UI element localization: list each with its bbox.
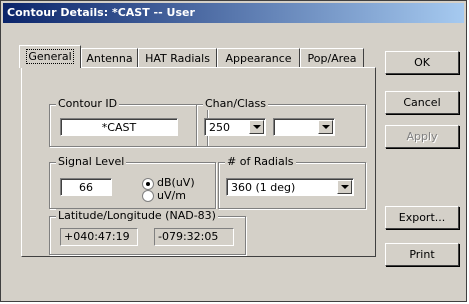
apply-button[interactable]: Apply	[385, 125, 459, 148]
tab-general[interactable]: General	[19, 45, 81, 68]
lat-long-group: Latitude/Longitude (NAD-83) +040:47:19 -…	[49, 209, 246, 255]
class-select[interactable]	[273, 118, 335, 136]
print-button[interactable]: Print	[385, 243, 459, 266]
general-tab-panel: Contour ID *CAST Chan/Class 250 Signal L…	[21, 67, 376, 257]
ok-button[interactable]: OK	[385, 51, 459, 74]
contour-details-dialog: Contour Details: *CAST -- User General A…	[0, 0, 467, 302]
tab-appearance[interactable]: Appearance	[217, 48, 300, 67]
tab-pop-area[interactable]: Pop/Area	[300, 48, 364, 67]
latitude-value: +040:47:19	[60, 228, 138, 246]
lat-long-label: Latitude/Longitude (NAD-83)	[56, 209, 218, 222]
chan-class-group: Chan/Class 250	[196, 97, 366, 147]
channel-select[interactable]: 250	[204, 118, 266, 136]
uvm-radio[interactable]	[142, 190, 154, 202]
dbuv-radio[interactable]	[142, 178, 154, 190]
signal-level-input[interactable]: 66	[60, 178, 112, 196]
radials-label: # of Radials	[225, 155, 296, 168]
cancel-button[interactable]: Cancel	[385, 91, 459, 114]
radials-select[interactable]: 360 (1 deg)	[226, 178, 354, 196]
dbuv-label: dB(uV)	[157, 176, 195, 189]
radials-value: 360 (1 deg)	[231, 181, 296, 194]
channel-value: 250	[209, 121, 230, 134]
contour-id-group: Contour ID *CAST	[49, 97, 208, 147]
tab-antenna[interactable]: Antenna	[81, 48, 138, 67]
signal-level-group: Signal Level 66 dB(uV) uV/m	[49, 155, 216, 209]
export-button[interactable]: Export...	[385, 206, 459, 229]
channel-dropdown-icon[interactable]	[249, 120, 264, 134]
signal-level-label: Signal Level	[56, 155, 127, 168]
uvm-label: uV/m	[157, 189, 186, 202]
longitude-value: -079:32:05	[154, 228, 234, 246]
radials-group: # of Radials 360 (1 deg)	[218, 155, 366, 209]
radials-dropdown-icon[interactable]	[337, 180, 352, 194]
tab-hat-radials[interactable]: HAT Radials	[138, 48, 217, 67]
contour-id-label: Contour ID	[56, 97, 120, 110]
title-bar: Contour Details: *CAST -- User	[3, 3, 464, 23]
window-title: Contour Details: *CAST -- User	[7, 6, 195, 19]
contour-id-input[interactable]: *CAST	[60, 118, 178, 136]
chan-class-label: Chan/Class	[203, 97, 269, 110]
class-dropdown-icon[interactable]	[318, 120, 333, 134]
